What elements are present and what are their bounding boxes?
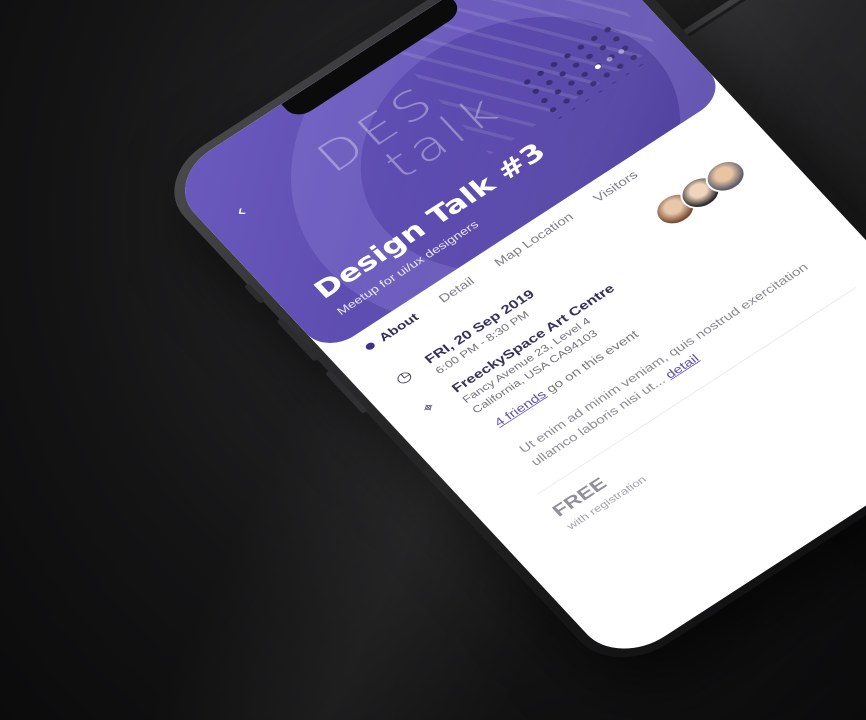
attendee-avatars[interactable] <box>647 153 754 232</box>
tab-detail[interactable]: Detail <box>436 275 477 306</box>
clock-icon: ◷ <box>391 367 416 388</box>
chevron-left-icon[interactable]: ‹ <box>231 202 251 221</box>
product-scene: ♡ ⇪ ‹ DES talk Design Talk #3 Meetup for… <box>0 0 866 720</box>
description-text: Ut enim ad minim veniam, quis nostrud ex… <box>516 260 812 469</box>
location-pin-icon: ⌖ <box>418 399 438 417</box>
